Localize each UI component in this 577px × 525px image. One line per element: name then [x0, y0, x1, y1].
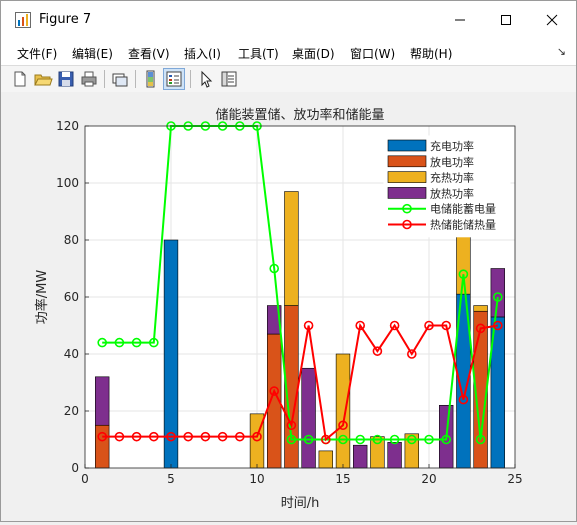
matlab-figure-icon [15, 12, 31, 28]
bar-segment [95, 376, 110, 426]
maximize-icon [501, 15, 511, 25]
legend-swatch [387, 155, 427, 168]
menu-desktop[interactable]: 桌面(D) [292, 45, 335, 62]
legend-swatch [387, 187, 427, 199]
bar-segment [473, 305, 488, 312]
bar-segment [163, 239, 179, 469]
new-figure-icon[interactable] [10, 69, 30, 89]
x-tick-label: 15 [335, 472, 350, 486]
y-tick-label: 40 [64, 347, 79, 361]
menu-tools[interactable]: 工具(T) [238, 45, 279, 62]
chart-title: 储能装置储、放功率和储能量 [215, 107, 384, 123]
x-axis-label: 时间/h [281, 496, 320, 511]
menu-insert[interactable]: 插入(I) [184, 45, 221, 62]
y-tick-label: 20 [64, 404, 79, 418]
insert-colorbar-icon[interactable] [141, 69, 161, 89]
edit-plot-icon[interactable] [196, 69, 216, 89]
close-icon [546, 14, 558, 26]
toolbar-separator [104, 70, 105, 88]
bar-segment [95, 424, 110, 469]
menu-help[interactable]: 帮助(H) [410, 45, 452, 62]
menu-view[interactable]: 查看(V) [128, 45, 170, 62]
y-tick-label: 60 [64, 290, 79, 304]
bar-segment [301, 367, 316, 469]
legend-label: 热储能储热量 [430, 218, 496, 232]
menu-edit[interactable]: 编辑(E) [72, 45, 113, 62]
print-icon[interactable] [79, 69, 99, 89]
x-tick-label: 0 [81, 472, 89, 486]
bar-segment [335, 353, 351, 469]
bar-segment [284, 191, 299, 306]
legend-label: 电储能蓄电量 [430, 202, 496, 216]
bar-segment [387, 442, 402, 469]
bar-segment [370, 436, 385, 469]
y-tick-label: 100 [56, 176, 79, 190]
toolbar-separator [190, 70, 191, 88]
open-file-icon[interactable] [33, 69, 53, 89]
chart-svg[interactable]: 0 5 10 15 20 25020406080100120 储能装置储、放功率和储能量 … [1, 92, 576, 521]
minimize-icon [455, 19, 465, 21]
y-tick-label: 80 [64, 233, 79, 247]
legend-label: 充电功率 [430, 139, 474, 153]
figure-toolbar [1, 65, 576, 93]
close-button[interactable] [529, 1, 575, 39]
x-tick-label: 10 [249, 472, 264, 486]
legend-label: 充热功率 [430, 171, 474, 185]
toolbar-separator [135, 70, 136, 88]
figure-window: Figure 7 文件(F) 编辑(E) 查看(V) 插入(I) 工具(T) 桌… [0, 0, 577, 522]
legend-swatch [387, 139, 427, 152]
x-tick-label: 25 [507, 472, 522, 486]
legend-label: 放热功率 [430, 186, 474, 200]
legend-swatch [387, 171, 427, 183]
y-tick-label: 0 [71, 461, 79, 475]
y-axis-label: 功率/MW [34, 270, 50, 325]
property-inspector-icon[interactable] [219, 69, 239, 89]
minimize-button[interactable] [437, 1, 483, 39]
menu-bar: 文件(F) 编辑(E) 查看(V) 插入(I) 工具(T) 桌面(D) 窗口(W… [1, 39, 576, 65]
legend[interactable]: 充电功率放电功率充热功率放热功率电储能蓄电量热储能储热量 [383, 135, 511, 238]
legend-label: 放电功率 [430, 155, 474, 169]
save-icon[interactable] [56, 69, 76, 89]
window-title: Figure 7 [39, 12, 92, 27]
y-tick-label: 120 [56, 119, 79, 133]
link-plot-icon[interactable] [110, 69, 130, 89]
menu-overflow-icon[interactable]: ↘ [557, 45, 566, 58]
menu-window[interactable]: 窗口(W) [350, 45, 395, 62]
menu-file[interactable]: 文件(F) [17, 45, 57, 62]
bar-segment [353, 444, 368, 469]
x-tick-label: 5 [167, 472, 175, 486]
maximize-button[interactable] [483, 1, 529, 39]
figure-canvas[interactable]: 0 5 10 15 20 25 0 20 40 60 80 100 120 储能装置储、放功率和储能量 … [1, 92, 576, 521]
insert-legend-icon[interactable] [163, 68, 185, 90]
title-bar: Figure 7 [1, 1, 576, 39]
bar-segment [318, 450, 333, 469]
x-tick-label: 20 [421, 472, 436, 486]
